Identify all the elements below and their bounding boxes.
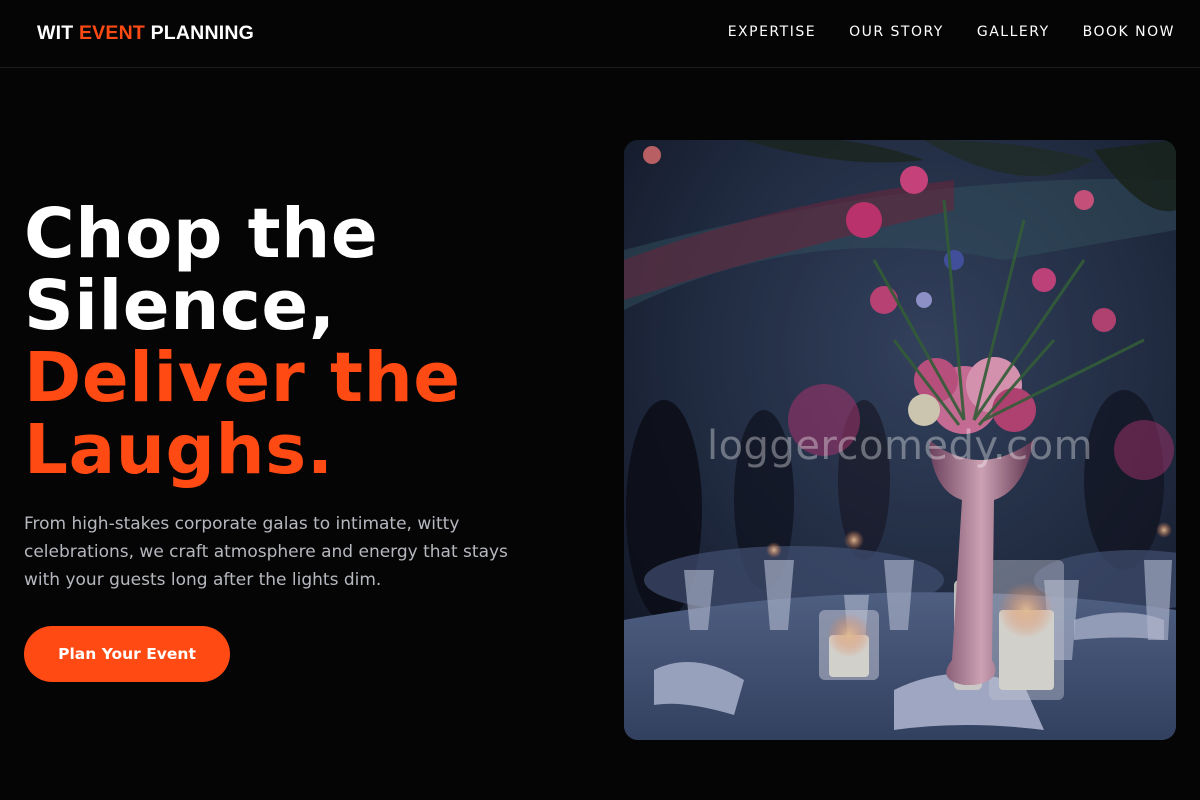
headline-line-2: Silence,	[24, 266, 336, 346]
brand-part-wit: WIT	[37, 22, 79, 44]
hero-event-photo: loggercomedy.com	[624, 140, 1176, 740]
nav-link-book-now[interactable]: BOOK NOW	[1083, 24, 1175, 40]
nav-link-our-story[interactable]: OUR STORY	[849, 24, 944, 40]
nav-link-gallery[interactable]: GALLERY	[977, 24, 1050, 40]
brand-part-planning: PLANNING	[144, 22, 255, 44]
headline-line-1: Chop the	[24, 194, 379, 274]
plan-event-button[interactable]: Plan Your Event	[24, 626, 230, 682]
image-watermark: loggercomedy.com	[706, 423, 1094, 469]
headline-line-3: Deliver the	[24, 338, 461, 418]
nav-link-expertise[interactable]: EXPERTISE	[728, 24, 816, 40]
brand-part-event: EVENT	[78, 22, 145, 44]
hero-description: From high-stakes corporate galas to inti…	[24, 514, 508, 590]
headline-line-4: Laughs.	[24, 410, 334, 490]
main-nav: EXPERTISE OUR STORY GALLERY BOOK NOW	[728, 24, 1175, 40]
top-navigation-bar: WIT EVENT PLANNING EXPERTISE OUR STORY G…	[0, 0, 1200, 68]
brand-logo[interactable]: WIT EVENT PLANNING	[37, 22, 254, 45]
hero-headline: Chop the Silence, Deliver the Laughs.	[24, 198, 461, 486]
